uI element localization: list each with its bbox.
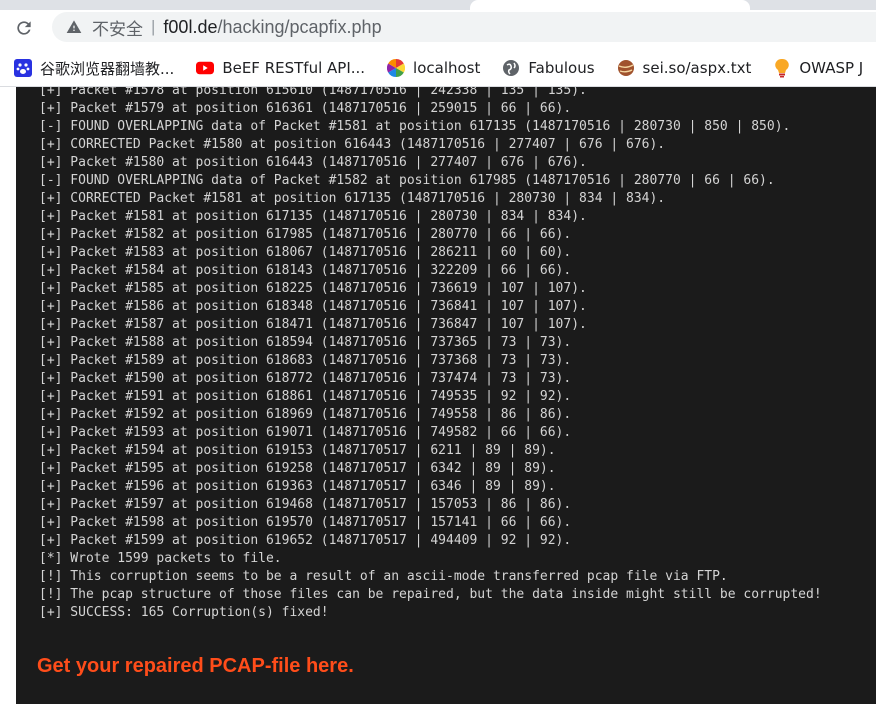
bookmark-label: sei.so/aspx.txt [642, 59, 752, 77]
colorful-wheel-icon [387, 58, 406, 78]
console-line: [+] Packet #1595 at position 619258 (148… [39, 461, 556, 476]
console-line: [+] Packet #1594 at position 619153 (148… [39, 443, 556, 458]
reload-icon [17, 21, 31, 35]
tab-strip [0, 0, 876, 10]
console-line: [+] Packet #1586 at position 618348 (148… [39, 299, 587, 314]
console-line: [*] Wrote 1599 packets to file. [39, 551, 282, 566]
console-line: [+] Packet #1579 at position 616361 (148… [39, 101, 572, 116]
console-line: [+] Packet #1582 at position 617985 (148… [39, 227, 572, 242]
download-repaired-pcap-link[interactable]: Get your repaired PCAP-file here. [37, 655, 354, 678]
baidu-paw-icon [14, 59, 32, 77]
console-line: [+] CORRECTED Packet #1580 at position 6… [39, 137, 666, 152]
console-line: [+] Packet #1597 at position 619468 (148… [39, 497, 572, 512]
warning-icon[interactable] [66, 19, 82, 35]
console-line: [!] This corruption seems to be a result… [39, 569, 728, 584]
bookmark-label: localhost [413, 59, 481, 77]
console-line: [-] FOUND OVERLAPPING data of Packet #15… [39, 119, 791, 134]
console-line: [+] Packet #1590 at position 618772 (148… [39, 371, 572, 386]
console-line: [+] Packet #1596 at position 619363 (148… [39, 479, 556, 494]
ball-icon [617, 59, 635, 77]
address-separator: | [151, 17, 156, 36]
bookmark-label: Fabulous [528, 59, 595, 77]
bookmark-fabulous[interactable]: Fabulous [496, 54, 600, 82]
bookmark-label: OWASP J [799, 59, 864, 77]
globe-icon [502, 59, 520, 77]
console-line: [+] Packet #1591 at position 618861 (148… [39, 389, 572, 404]
console-line: [-] FOUND OVERLAPPING data of Packet #15… [39, 173, 775, 188]
page-left-margin [0, 87, 16, 704]
console-line: [+] Packet #1583 at position 618067 (148… [39, 245, 572, 260]
insecure-label[interactable]: 不安全 [92, 15, 143, 40]
page-content: [+] Packet #1578 at position 615610 (148… [0, 87, 876, 704]
youtube-icon [196, 59, 215, 77]
reload-button[interactable] [12, 16, 36, 40]
console-line: [+] Packet #1584 at position 618143 (148… [39, 263, 572, 278]
console-line: [+] Packet #1587 at position 618471 (148… [39, 317, 587, 332]
bookmarks-bar: 谷歌浏览器翻墙教... BeEF RESTful API... localhos… [0, 50, 876, 87]
browser-toolbar: 不安全 | f00l.de /hacking/pcapfix.php [0, 10, 876, 50]
pcapfix-console-output: [+] Packet #1578 at position 615610 (148… [39, 87, 869, 622]
address-bar[interactable]: 不安全 | f00l.de /hacking/pcapfix.php [52, 12, 876, 42]
console-line: [+] CORRECTED Packet #1581 at position 6… [39, 191, 666, 206]
bookmark-chrome-guide[interactable]: 谷歌浏览器翻墙教... [8, 54, 180, 82]
bookmark-beef-api[interactable]: BeEF RESTful API... [190, 54, 371, 82]
url-path[interactable]: /hacking/pcapfix.php [217, 17, 381, 38]
active-tab[interactable] [470, 0, 750, 10]
console-line: [+] Packet #1589 at position 618683 (148… [39, 353, 572, 368]
console-line: [+] Packet #1592 at position 618969 (148… [39, 407, 572, 422]
console-line: [+] Packet #1598 at position 619570 (148… [39, 515, 572, 530]
console-line: [+] Packet #1599 at position 619652 (148… [39, 533, 572, 548]
console-line: [+] Packet #1578 at position 615610 (148… [39, 87, 587, 98]
bookmark-owasp[interactable]: OWASP J [767, 54, 869, 82]
bookmark-label: BeEF RESTful API... [222, 59, 366, 77]
console-line: [+] Packet #1580 at position 616443 (148… [39, 155, 587, 170]
url-domain[interactable]: f00l.de [163, 17, 217, 38]
bookmark-localhost[interactable]: localhost [381, 54, 486, 82]
console-line: [+] Packet #1585 at position 618225 (148… [39, 281, 587, 296]
bulb-icon [773, 58, 791, 78]
console-line: [!] The pcap structure of those files ca… [39, 587, 822, 602]
console-line: [+] SUCCESS: 165 Corruption(s) fixed! [39, 605, 329, 620]
console-line: [+] Packet #1588 at position 618594 (148… [39, 335, 572, 350]
console-line: [+] Packet #1593 at position 619071 (148… [39, 425, 572, 440]
console-line: [+] Packet #1581 at position 617135 (148… [39, 209, 587, 224]
bookmark-sei-aspx[interactable]: sei.so/aspx.txt [611, 54, 758, 82]
bookmark-label: 谷歌浏览器翻墙教... [40, 59, 175, 78]
